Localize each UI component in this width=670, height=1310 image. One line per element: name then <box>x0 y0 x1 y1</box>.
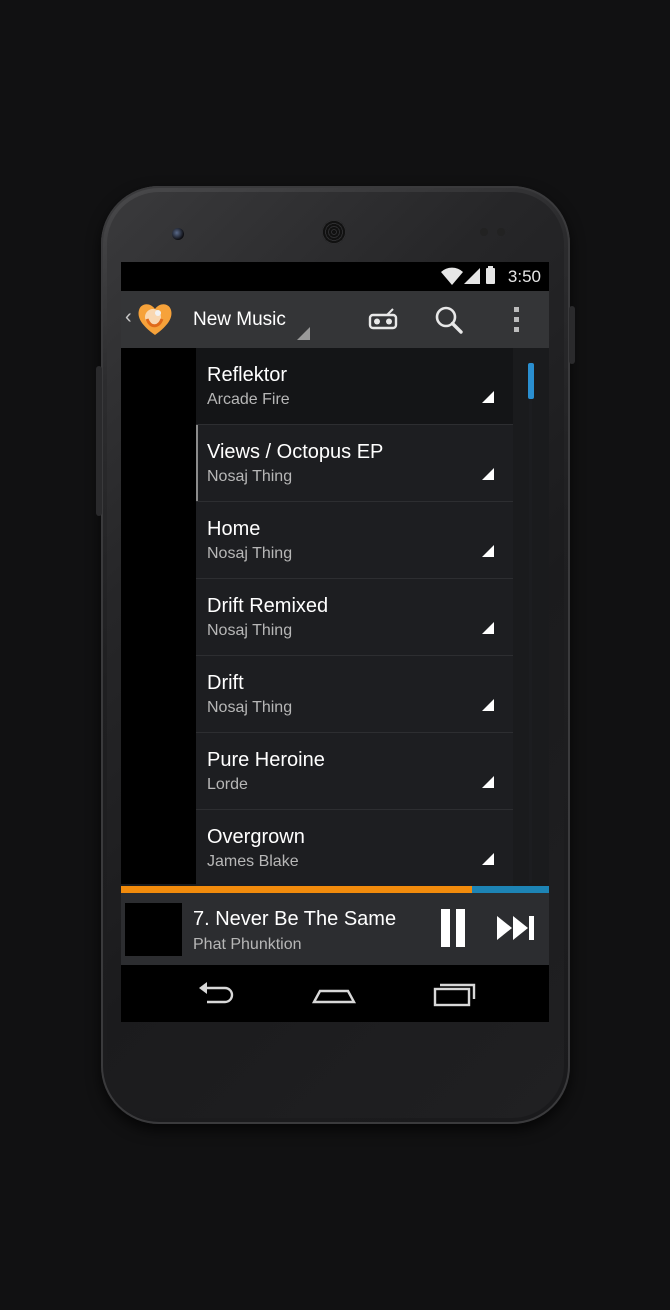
light-sensor <box>497 228 505 236</box>
album-artist: James Blake <box>207 853 299 870</box>
list-item[interactable]: Drift Nosaj Thing <box>196 656 513 733</box>
back-icon[interactable] <box>193 979 239 1009</box>
album-title: Drift <box>207 672 244 694</box>
pause-icon[interactable] <box>439 909 467 947</box>
action-bar: ‹ New Music <box>121 291 549 348</box>
now-playing-artist[interactable]: Phat Phunktion <box>193 936 302 954</box>
album-artist: Arcade Fire <box>207 391 290 408</box>
overflow-menu-icon[interactable] <box>501 305 533 335</box>
skip-next-icon[interactable] <box>495 915 537 941</box>
recent-apps-icon[interactable] <box>431 979 477 1009</box>
navigation-bar <box>121 965 549 1022</box>
earpiece-speaker <box>322 220 346 244</box>
list-item[interactable]: Drift Remixed Nosaj Thing <box>196 579 513 656</box>
app-logo-heart[interactable] <box>135 299 175 339</box>
item-menu-icon[interactable] <box>482 468 494 480</box>
item-menu-icon[interactable] <box>482 622 494 634</box>
album-title: Drift Remixed <box>207 595 329 617</box>
album-title: Pure Heroine <box>207 749 325 771</box>
item-menu-icon[interactable] <box>482 776 494 788</box>
album-title: Home <box>207 518 261 540</box>
status-bar: 3:50 <box>121 262 549 291</box>
battery-icon <box>486 266 495 284</box>
album-artist: Nosaj Thing <box>207 699 293 716</box>
power-button <box>569 306 575 364</box>
scroll-thumb[interactable] <box>528 363 534 399</box>
item-menu-icon[interactable] <box>482 699 494 711</box>
album-artist: Nosaj Thing <box>207 468 293 485</box>
album-title: Overgrown <box>207 826 305 848</box>
back-chevron-icon[interactable]: ‹ <box>125 306 132 329</box>
list-item[interactable]: Home Nosaj Thing <box>196 502 513 579</box>
proximity-sensor <box>480 228 488 236</box>
list-item[interactable]: Views / Octopus EP Nosaj Thing <box>196 425 513 502</box>
playback-progress-fill <box>121 886 472 893</box>
playback-progress-bar[interactable] <box>121 886 549 893</box>
radio-icon[interactable] <box>367 305 399 335</box>
signal-icon <box>464 268 480 284</box>
front-camera <box>172 228 184 240</box>
list-item[interactable]: Reflektor Arcade Fire <box>196 348 513 425</box>
album-title: Views / Octopus EP <box>207 441 384 463</box>
album-artist: Nosaj Thing <box>207 545 293 562</box>
album-list[interactable]: Reflektor Arcade Fire Views / Octopus EP… <box>196 348 516 887</box>
page-title[interactable]: New Music <box>193 309 286 331</box>
item-menu-icon[interactable] <box>482 545 494 557</box>
album-art-column <box>121 348 196 884</box>
dropdown-indicator-icon[interactable] <box>297 327 310 340</box>
home-icon[interactable] <box>311 979 357 1009</box>
now-playing-title[interactable]: 7. Never Be The Same <box>193 908 396 931</box>
album-title: Reflektor <box>207 364 288 386</box>
album-artist: Nosaj Thing <box>207 622 293 639</box>
search-icon[interactable] <box>433 305 465 335</box>
list-item[interactable]: Pure Heroine Lorde <box>196 733 513 810</box>
item-menu-icon[interactable] <box>482 853 494 865</box>
now-playing-bar[interactable]: 7. Never Be The Same Phat Phunktion <box>121 893 549 965</box>
screen: 3:50 ‹ New Music Reflektor Arcade Fire V… <box>121 262 549 1022</box>
scroll-track[interactable] <box>529 361 532 883</box>
now-playing-artwork[interactable] <box>125 903 182 956</box>
status-time: 3:50 <box>507 267 541 286</box>
list-item[interactable]: Overgrown James Blake <box>196 810 513 887</box>
volume-button <box>96 366 102 516</box>
item-menu-icon[interactable] <box>482 391 494 403</box>
album-artist: Lorde <box>207 776 248 793</box>
selection-indicator <box>196 425 198 501</box>
wifi-icon <box>441 267 463 285</box>
